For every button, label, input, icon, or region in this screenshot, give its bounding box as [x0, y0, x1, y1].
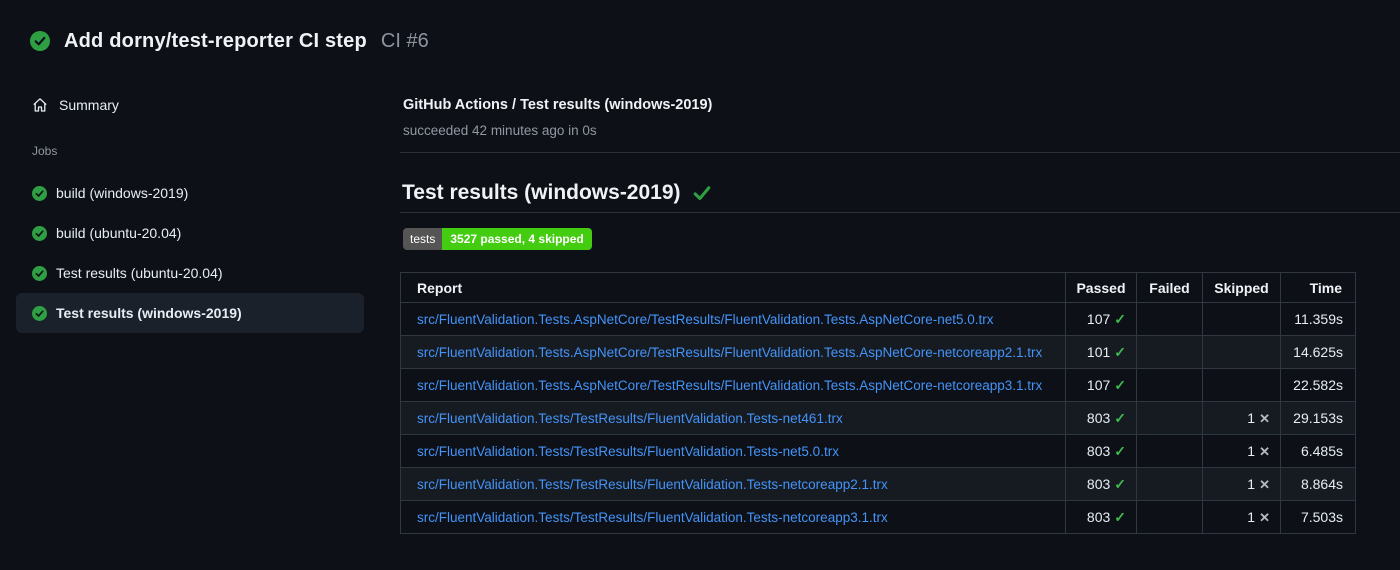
check-circle-icon	[32, 265, 47, 281]
run-number: CI #6	[380, 29, 429, 52]
passed-cell: 803 ✓	[1065, 467, 1137, 501]
job-item-label: Test results (ubuntu-20.04)	[56, 265, 223, 281]
run-header: Add dorny/test-reporter CI step CI #6	[30, 20, 429, 62]
table-row: src/FluentValidation.Tests.AspNetCore/Te…	[400, 368, 1356, 402]
skipped-cross-icon: ✕	[1259, 509, 1270, 525]
report-file-link[interactable]: src/FluentValidation.Tests/TestResults/F…	[417, 477, 888, 492]
report-file-link[interactable]: src/FluentValidation.Tests.AspNetCore/Te…	[417, 378, 1042, 393]
time-cell: 29.153s	[1280, 401, 1356, 435]
failed-cell	[1136, 500, 1203, 534]
column-header-time: Time	[1280, 272, 1356, 303]
passed-check-icon: ✓	[1114, 442, 1126, 459]
skipped-cross-icon: ✕	[1259, 443, 1270, 459]
passed-cell: 107 ✓	[1065, 302, 1137, 336]
job-item-label: build (windows-2019)	[56, 185, 189, 201]
results-heading-divider	[400, 212, 1400, 213]
results-heading: Test results (windows-2019)	[402, 181, 712, 205]
report-file-link[interactable]: src/FluentValidation.Tests.AspNetCore/Te…	[417, 345, 1042, 360]
job-header-divider	[400, 152, 1400, 153]
failed-cell	[1136, 302, 1203, 336]
column-header-passed: Passed	[1065, 272, 1137, 303]
tests-badge-label: tests	[403, 228, 443, 250]
table-row: src/FluentValidation.Tests/TestResults/F…	[400, 500, 1356, 534]
passed-cell: 803 ✓	[1065, 434, 1137, 468]
skipped-cross-icon: ✕	[1259, 476, 1270, 492]
passed-check-icon: ✓	[1114, 475, 1126, 492]
home-icon	[33, 98, 47, 112]
table-row: src/FluentValidation.Tests/TestResults/F…	[400, 467, 1356, 501]
passed-check-icon: ✓	[1114, 343, 1126, 360]
job-item-label: Test results (windows-2019)	[56, 305, 242, 321]
time-cell: 11.359s	[1280, 302, 1356, 336]
sidebar-job-item[interactable]: Test results (windows-2019)	[16, 293, 364, 333]
time-cell: 8.864s	[1280, 467, 1356, 501]
sidebar-job-item[interactable]: build (windows-2019)	[16, 173, 364, 213]
report-file-link[interactable]: src/FluentValidation.Tests/TestResults/F…	[417, 444, 839, 459]
success-check-icon	[693, 186, 710, 200]
sidebar-item-summary[interactable]: Summary	[0, 88, 380, 122]
sidebar-job-item[interactable]: Test results (ubuntu-20.04)	[16, 253, 364, 293]
skipped-cell	[1202, 368, 1281, 402]
results-heading-text: Test results (windows-2019)	[402, 181, 681, 204]
sidebar: Summary Jobs build (windows-2019) build …	[0, 88, 380, 333]
check-circle-icon	[32, 225, 47, 241]
workflow-run-page: Add dorny/test-reporter CI step CI #6 Su…	[0, 0, 1400, 570]
passed-check-icon: ✓	[1114, 310, 1126, 327]
job-header-title: GitHub Actions / Test results (windows-2…	[403, 97, 713, 113]
column-header-skipped: Skipped	[1202, 272, 1281, 303]
time-cell: 14.625s	[1280, 335, 1356, 369]
skipped-cross-icon: ✕	[1259, 410, 1270, 426]
failed-cell	[1136, 335, 1203, 369]
time-cell: 7.503s	[1280, 500, 1356, 534]
report-file-link[interactable]: src/FluentValidation.Tests.AspNetCore/Te…	[417, 312, 994, 327]
table-row: src/FluentValidation.Tests.AspNetCore/Te…	[400, 302, 1356, 336]
table-row: src/FluentValidation.Tests/TestResults/F…	[400, 401, 1356, 435]
table-row: src/FluentValidation.Tests.AspNetCore/Te…	[400, 335, 1356, 369]
skipped-cell: 1 ✕	[1202, 434, 1281, 468]
skipped-cell	[1202, 302, 1281, 336]
check-circle-icon	[30, 31, 50, 51]
column-header-report: Report	[400, 272, 1066, 303]
failed-cell	[1136, 434, 1203, 468]
passed-cell: 803 ✓	[1065, 500, 1137, 534]
table-row: src/FluentValidation.Tests/TestResults/F…	[400, 434, 1356, 468]
sidebar-jobs: build (windows-2019) build (ubuntu-20.04…	[0, 173, 380, 333]
skipped-cell: 1 ✕	[1202, 401, 1281, 435]
table-body: src/FluentValidation.Tests.AspNetCore/Te…	[400, 302, 1356, 534]
passed-cell: 803 ✓	[1065, 401, 1137, 435]
test-results-table: Report Passed Failed Skipped Time src/Fl…	[400, 272, 1356, 534]
summary-label: Summary	[59, 97, 119, 113]
passed-check-icon: ✓	[1114, 409, 1126, 426]
table-header-row: Report Passed Failed Skipped Time	[400, 272, 1356, 303]
passed-check-icon: ✓	[1114, 376, 1126, 393]
sidebar-job-item[interactable]: build (ubuntu-20.04)	[16, 213, 364, 253]
passed-check-icon: ✓	[1114, 508, 1126, 525]
tests-badge: tests 3527 passed, 4 skipped	[403, 228, 592, 250]
check-circle-icon	[32, 185, 47, 201]
column-header-failed: Failed	[1136, 272, 1203, 303]
skipped-cell: 1 ✕	[1202, 467, 1281, 501]
time-cell: 22.582s	[1280, 368, 1356, 402]
passed-cell: 107 ✓	[1065, 368, 1137, 402]
tests-badge-value: 3527 passed, 4 skipped	[442, 228, 592, 250]
failed-cell	[1136, 368, 1203, 402]
jobs-section-label: Jobs	[32, 144, 58, 158]
job-item-label: build (ubuntu-20.04)	[56, 225, 182, 241]
time-cell: 6.485s	[1280, 434, 1356, 468]
job-status-line: succeeded 42 minutes ago in 0s	[403, 123, 597, 138]
check-circle-icon	[32, 305, 47, 321]
skipped-cell: 1 ✕	[1202, 500, 1281, 534]
report-file-link[interactable]: src/FluentValidation.Tests/TestResults/F…	[417, 510, 888, 525]
failed-cell	[1136, 467, 1203, 501]
report-file-link[interactable]: src/FluentValidation.Tests/TestResults/F…	[417, 411, 843, 426]
run-title: Add dorny/test-reporter CI step	[64, 29, 367, 52]
skipped-cell	[1202, 335, 1281, 369]
failed-cell	[1136, 401, 1203, 435]
passed-cell: 101 ✓	[1065, 335, 1137, 369]
